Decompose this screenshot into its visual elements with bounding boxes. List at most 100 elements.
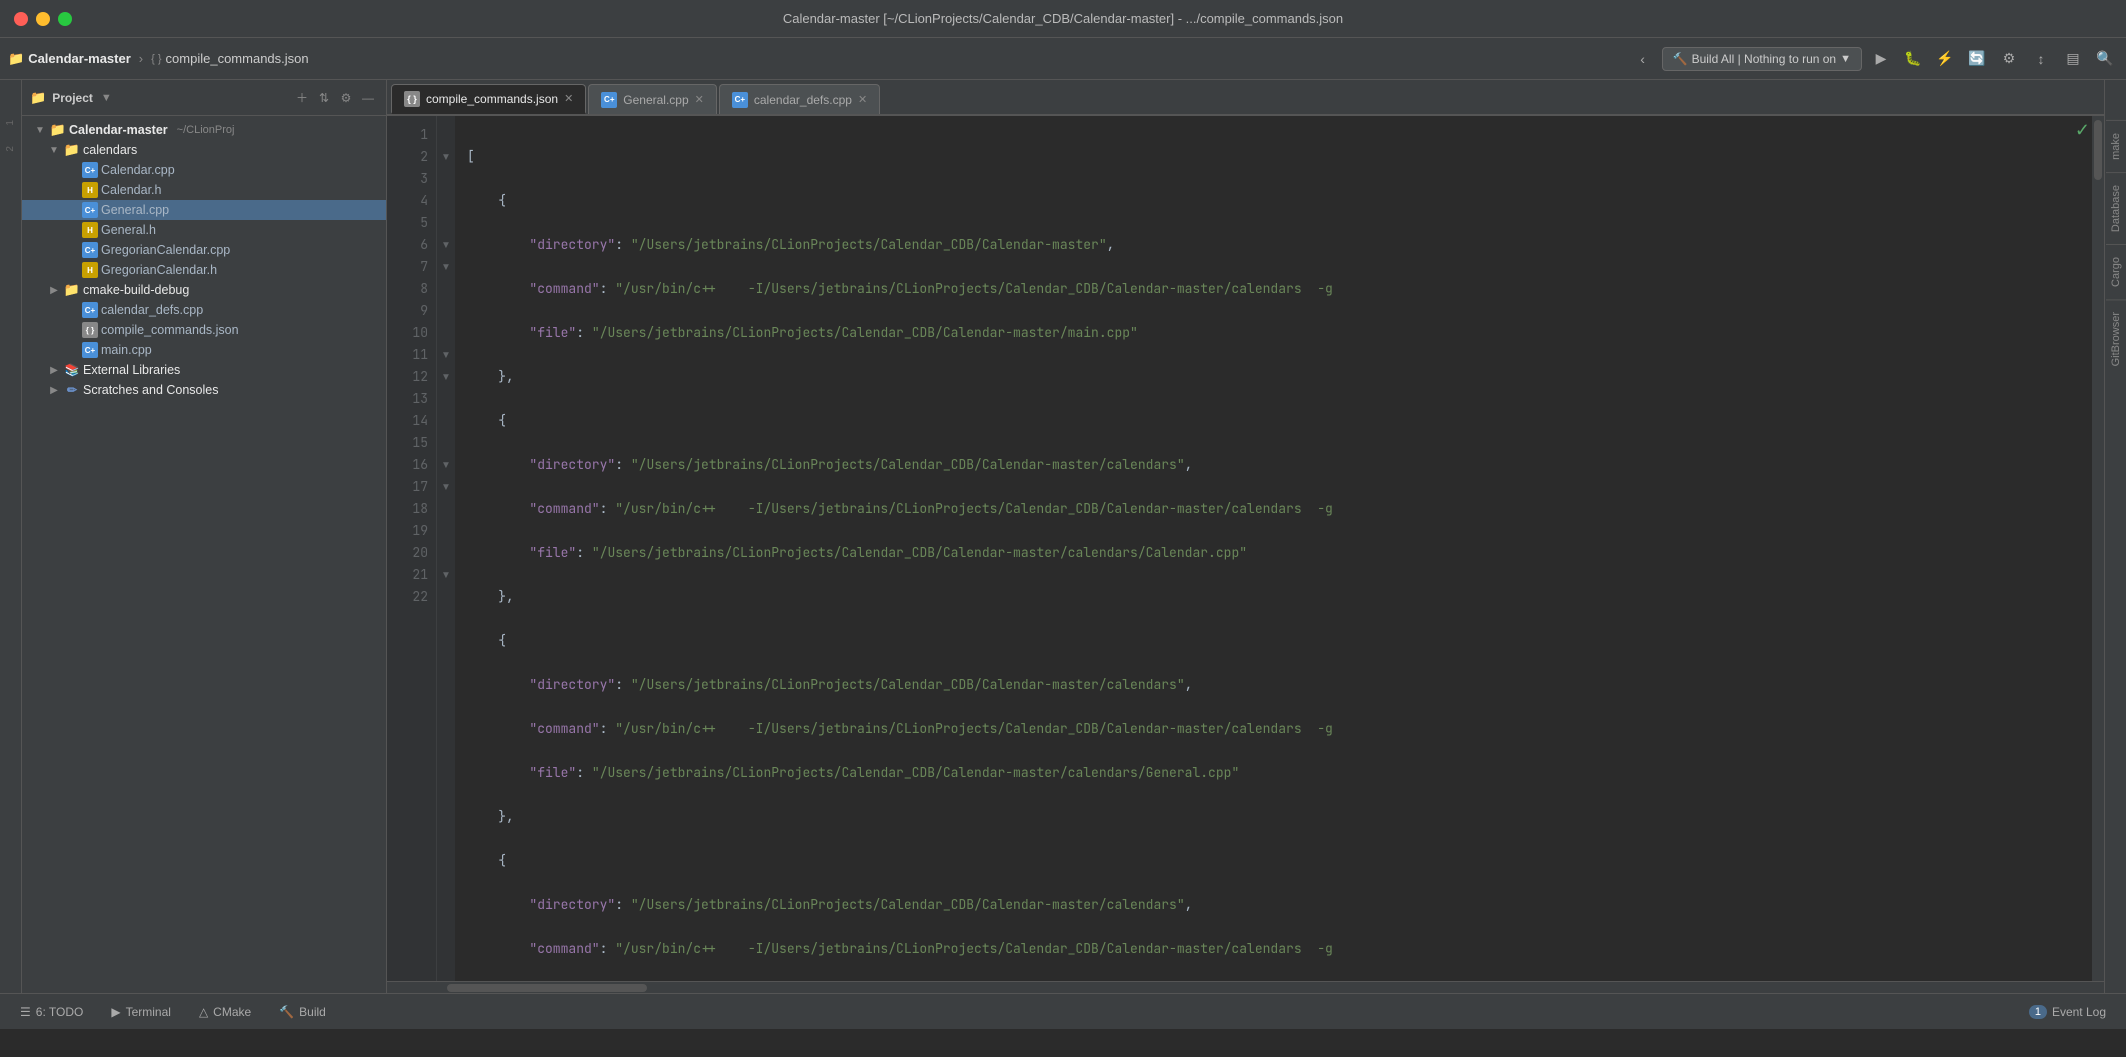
- window-title: Calendar-master [~/CLionProjects/Calenda…: [783, 11, 1343, 26]
- cmake-debug-name: cmake-build-debug: [83, 283, 189, 297]
- tree-calendars[interactable]: ▼ 📁 calendars: [22, 140, 386, 160]
- line-19: "command": "/usr/bin/c++ -I/Users/jetbra…: [467, 938, 2080, 960]
- fold-12[interactable]: ▼: [437, 366, 455, 388]
- line-4: "command": "/usr/bin/c++ -I/Users/jetbra…: [467, 278, 2080, 300]
- root-arrow: ▼: [33, 123, 47, 137]
- tab-json-icon: { }: [404, 91, 420, 107]
- cmake-button[interactable]: 🔄: [1964, 46, 1990, 72]
- project-label: 📁 Calendar-master: [8, 51, 131, 67]
- right-tab-gitbrowser[interactable]: GitBrowser: [2106, 299, 2126, 378]
- debug-button[interactable]: 🐛: [1900, 46, 1926, 72]
- tab-build[interactable]: 🔨 Build: [267, 1001, 338, 1023]
- tree-external-libs[interactable]: ▶ 📚 External Libraries: [22, 360, 386, 380]
- back-button[interactable]: ‹: [1630, 46, 1656, 72]
- tab-todo[interactable]: ☰ 6: TODO: [8, 1001, 95, 1023]
- tree-general-cpp[interactable]: ▶ C+ General.cpp: [22, 200, 386, 220]
- maximize-button[interactable]: [58, 12, 72, 26]
- run-button[interactable]: ▶: [1868, 46, 1894, 72]
- cpp-icon-1: C+: [82, 162, 98, 178]
- tab-close-2[interactable]: ✕: [695, 93, 704, 106]
- cpp-icon-3: C+: [82, 242, 98, 258]
- vertical-scrollbar[interactable]: [2092, 116, 2104, 981]
- build-button[interactable]: 🔨 Build All | Nothing to run on ▼: [1662, 47, 1862, 71]
- tree-scratches[interactable]: ▶ ✏ Scratches and Consoles: [22, 380, 386, 400]
- fold-7[interactable]: ▼: [437, 256, 455, 278]
- json-icon-1: { }: [82, 322, 98, 338]
- scratches-name: Scratches and Consoles: [83, 383, 219, 397]
- build-label-bottom: Build: [299, 1005, 326, 1019]
- fold-2[interactable]: ▼: [437, 146, 455, 168]
- minimize-button[interactable]: [36, 12, 50, 26]
- tab-calendar-defs-label: calendar_defs.cpp: [754, 93, 852, 107]
- fold-11[interactable]: ▼: [437, 344, 455, 366]
- project-folder-icon: 📁: [8, 51, 24, 67]
- right-tab-cargo[interactable]: Cargo: [2106, 244, 2126, 299]
- fold-16[interactable]: ▼: [437, 454, 455, 476]
- calendars-arrow: ▼: [47, 143, 61, 157]
- tree-general-h[interactable]: ▶ H General.h: [22, 220, 386, 240]
- h-scrollbar-thumb[interactable]: [447, 984, 647, 992]
- profile-button[interactable]: ⚡: [1932, 46, 1958, 72]
- tab-calendar-defs[interactable]: C+ calendar_defs.cpp ✕: [719, 84, 880, 114]
- main-toolbar: 📁 Calendar-master › { } compile_commands…: [0, 38, 2126, 80]
- add-icon[interactable]: ＋: [292, 88, 312, 108]
- fold-17[interactable]: ▼: [437, 476, 455, 498]
- settings-button[interactable]: ⚙: [1996, 46, 2022, 72]
- ext-lib-icon: 📚: [64, 362, 80, 378]
- project-panel: 📁 Project ▼ ＋ ⇅ ⚙ — ▼ 📁 Calendar-master …: [22, 80, 387, 993]
- tree-calendar-h[interactable]: ▶ H Calendar.h: [22, 180, 386, 200]
- panel-dropdown-icon[interactable]: ▼: [101, 92, 112, 104]
- tree-main-cpp[interactable]: ▶ C+ main.cpp: [22, 340, 386, 360]
- tree-gregorian-h[interactable]: ▶ H GregorianCalendar.h: [22, 260, 386, 280]
- build-dropdown-icon: ▼: [1840, 53, 1851, 65]
- strip-label-2: 2: [5, 146, 16, 152]
- calendar-defs-name: calendar_defs.cpp: [101, 303, 203, 317]
- tree-cmake-debug[interactable]: ▶ 📁 cmake-build-debug: [22, 280, 386, 300]
- tree-calendar-defs[interactable]: ▶ C+ calendar_defs.cpp: [22, 300, 386, 320]
- gear-icon[interactable]: ⚙: [336, 88, 356, 108]
- tab-general-cpp-label: General.cpp: [623, 93, 688, 107]
- code-content[interactable]: [ { "directory": "/Users/jetbrains/CLion…: [455, 116, 2092, 981]
- tab-compile-commands-label: compile_commands.json: [426, 92, 558, 106]
- sync-icon[interactable]: ⇅: [314, 88, 334, 108]
- tree-compile-commands[interactable]: ▶ { } compile_commands.json: [22, 320, 386, 340]
- scratches-arrow: ▶: [47, 383, 61, 397]
- toolbar-right: ‹ 🔨 Build All | Nothing to run on ▼ ▶ 🐛 …: [1630, 46, 2118, 72]
- event-log-tab[interactable]: 1 Event Log: [2017, 1001, 2118, 1023]
- tab-general-cpp[interactable]: C+ General.cpp ✕: [588, 84, 717, 114]
- tab-cmake[interactable]: △ CMake: [187, 1001, 263, 1023]
- vcs-button[interactable]: ↕: [2028, 46, 2054, 72]
- search-button[interactable]: 🔍: [2092, 46, 2118, 72]
- tree-gregorian-cpp[interactable]: ▶ C+ GregorianCalendar.cpp: [22, 240, 386, 260]
- tree-root[interactable]: ▼ 📁 Calendar-master ~/CLionProj: [22, 120, 386, 140]
- fold-3: [437, 168, 455, 190]
- scrollbar-thumb[interactable]: [2094, 120, 2102, 180]
- tab-compile-commands[interactable]: { } compile_commands.json ✕: [391, 84, 586, 114]
- line-11: },: [467, 586, 2080, 608]
- event-log-badge: 1: [2029, 1005, 2047, 1019]
- tab-terminal[interactable]: ▶ Terminal: [99, 1001, 183, 1023]
- right-tab-database[interactable]: Database: [2106, 172, 2126, 244]
- editor-area: { } compile_commands.json ✕ C+ General.c…: [387, 80, 2104, 993]
- line-5: "file": "/Users/jetbrains/CLionProjects/…: [467, 322, 2080, 344]
- tab-cpp-icon-1: C+: [601, 92, 617, 108]
- horizontal-scrollbar[interactable]: [387, 981, 2104, 993]
- tree-calendar-cpp[interactable]: ▶ C+ Calendar.cpp: [22, 160, 386, 180]
- line-17: {: [467, 850, 2080, 872]
- file-icon: { }: [151, 53, 161, 65]
- general-cpp-name: General.cpp: [101, 203, 169, 217]
- minus-icon[interactable]: —: [358, 88, 378, 108]
- right-tab-make[interactable]: make: [2106, 120, 2126, 172]
- terminal-button[interactable]: ▤: [2060, 46, 2086, 72]
- fold-19: [437, 520, 455, 542]
- file-valid-checkmark: ✓: [2075, 120, 2090, 141]
- fold-6[interactable]: ▼: [437, 234, 455, 256]
- fold-21[interactable]: ▼: [437, 564, 455, 586]
- panel-header: 📁 Project ▼ ＋ ⇅ ⚙ —: [22, 80, 386, 116]
- breadcrumb-sep: ›: [139, 51, 143, 66]
- fold-1: [437, 124, 455, 146]
- strip-label-1: 1: [5, 120, 16, 126]
- tab-close-3[interactable]: ✕: [858, 93, 867, 106]
- close-button[interactable]: [14, 12, 28, 26]
- tab-close-1[interactable]: ✕: [564, 92, 573, 105]
